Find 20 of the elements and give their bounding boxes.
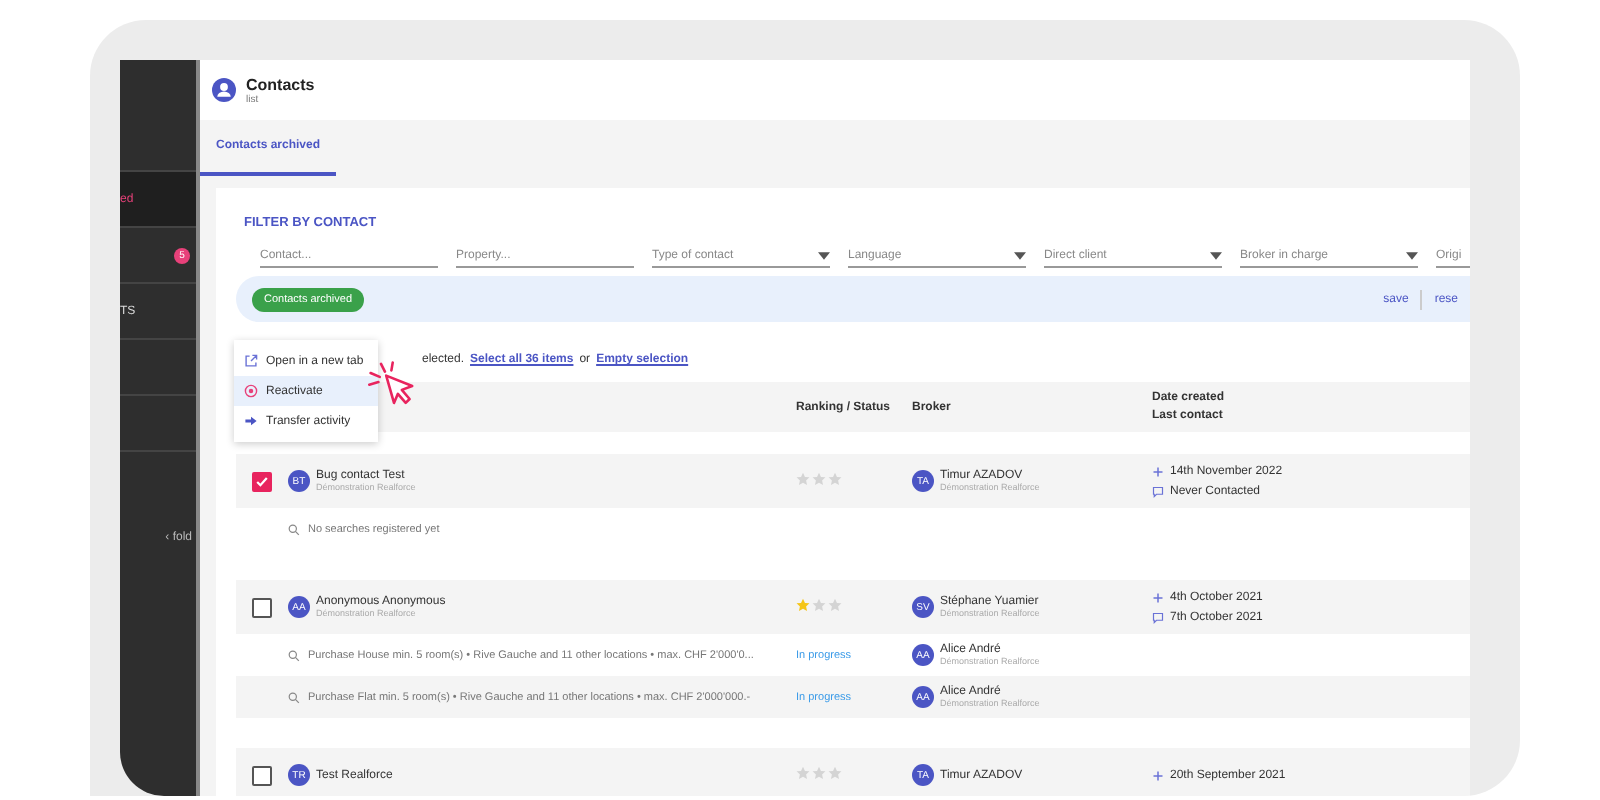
caret-icon — [1406, 252, 1418, 260]
external-link-icon — [244, 354, 258, 368]
caret-icon — [818, 252, 830, 260]
checkbox[interactable] — [252, 471, 272, 491]
caret-icon — [1210, 252, 1222, 260]
speech-bubble-icon — [1152, 611, 1164, 623]
page-title: Contacts — [246, 75, 315, 93]
circle-icon — [244, 384, 258, 398]
caret-icon — [1014, 252, 1026, 260]
arrow-icon — [244, 414, 258, 428]
checkbox[interactable] — [252, 597, 272, 617]
plus-icon — [1152, 769, 1164, 781]
plus-icon — [1152, 465, 1164, 477]
search-icon — [288, 523, 300, 535]
search-icon — [288, 649, 300, 661]
checkbox[interactable] — [252, 765, 272, 785]
plus-icon — [1152, 591, 1164, 603]
search-icon — [288, 691, 300, 703]
user-icon — [212, 78, 236, 102]
speech-bubble-icon — [1152, 485, 1164, 497]
